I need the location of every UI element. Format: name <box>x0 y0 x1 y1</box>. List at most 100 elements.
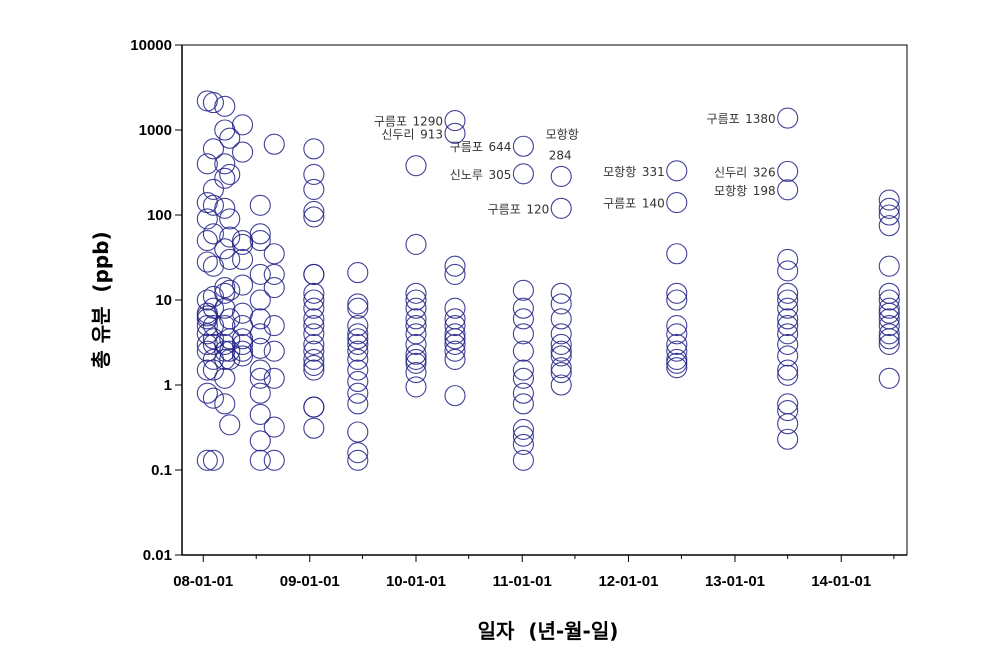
data-point <box>444 255 466 277</box>
annotations: 1290구름포913신두리644구름포305신노루모항항284120구름포331… <box>374 112 776 216</box>
y-tick-label: 1000 <box>139 122 172 139</box>
data-point <box>444 328 466 350</box>
data-point <box>303 396 325 418</box>
data-point <box>202 92 224 114</box>
data-point <box>263 340 285 362</box>
data-point <box>231 230 254 252</box>
data-point <box>777 160 799 182</box>
data-point <box>231 141 254 163</box>
data-point <box>666 160 688 182</box>
data-point <box>878 328 900 350</box>
data-point <box>405 323 427 345</box>
annotation-value: 326 <box>753 165 776 179</box>
data-point <box>263 416 285 438</box>
data-point <box>878 333 900 355</box>
data-point <box>512 279 534 301</box>
data-point <box>550 293 572 315</box>
x-tick-label: 09-01-01 <box>280 573 340 590</box>
data-point <box>666 243 688 265</box>
data-point <box>303 348 325 370</box>
data-point <box>249 382 271 404</box>
data-point <box>303 138 325 160</box>
data-point <box>347 293 369 315</box>
data-point <box>231 114 254 136</box>
data-point <box>263 243 285 265</box>
data-point <box>263 449 285 471</box>
x-axis-label: 일자 (년-월-일) <box>478 619 619 643</box>
data-point <box>666 352 688 374</box>
data-point <box>777 413 799 435</box>
data-point <box>512 297 534 319</box>
y-axis-label: 총 유분 (ppb) <box>89 231 113 368</box>
data-point <box>303 417 325 439</box>
annotation-value: 120 <box>526 202 549 216</box>
data-point <box>512 135 534 157</box>
data-point <box>347 359 369 381</box>
data-point <box>219 208 241 230</box>
data-point <box>249 337 271 359</box>
data-point <box>666 315 688 337</box>
data-point <box>202 328 224 350</box>
annotation-value: 644 <box>488 140 511 154</box>
annotation-value: 913 <box>420 127 443 141</box>
data-point <box>550 165 572 188</box>
data-point <box>214 238 236 260</box>
y-tick-label: 0.01 <box>143 547 172 564</box>
data-point <box>444 385 466 407</box>
data-point <box>444 348 466 370</box>
data-point <box>666 192 688 214</box>
annotation-value: 284 <box>549 148 572 162</box>
data-point <box>303 200 325 223</box>
annotation-site: 모항항 <box>714 184 747 198</box>
data-point <box>878 302 900 324</box>
data-point <box>347 328 369 350</box>
data-point <box>878 189 900 211</box>
data-point <box>777 428 799 450</box>
scatter-chart: 0.01 0.1 1 10 100 1000 10000 08-01-01 09-01-01 1… <box>89 37 908 643</box>
data-point <box>777 179 799 201</box>
data-point <box>303 206 325 228</box>
data-point <box>196 90 218 112</box>
annotation-value: 140 <box>642 197 665 211</box>
data-point <box>347 262 369 284</box>
data-point <box>249 289 271 311</box>
data-point <box>347 382 369 404</box>
data-point <box>214 95 236 117</box>
data-point <box>219 328 241 350</box>
y-tick-label: 0.1 <box>151 462 172 479</box>
data-point <box>777 248 799 270</box>
annotation-value: 1380 <box>745 112 776 126</box>
data-point <box>219 279 241 301</box>
data-point <box>214 197 236 219</box>
data-point <box>231 315 254 337</box>
data-point <box>196 382 218 404</box>
data-point <box>550 282 572 304</box>
data-point <box>512 382 534 404</box>
plot-frame <box>181 44 908 556</box>
x-tick-label: 10-01-01 <box>386 573 446 590</box>
y-tick-label: 1 <box>164 377 172 394</box>
data-point <box>512 308 534 330</box>
data-point <box>347 370 369 393</box>
data-point <box>666 348 688 370</box>
y-tick-label: 10 <box>155 292 172 309</box>
y-tick-label: 10000 <box>130 37 172 54</box>
data-point <box>231 248 254 270</box>
data-point <box>347 348 369 370</box>
data-point <box>219 308 241 330</box>
data-point <box>202 255 224 277</box>
data-point <box>202 178 224 200</box>
data-point <box>303 359 325 381</box>
data-point <box>405 155 427 177</box>
data-point <box>405 376 427 398</box>
data-point <box>249 403 271 426</box>
data-point <box>777 333 799 355</box>
annotation-value: 305 <box>488 168 511 182</box>
data-point <box>202 449 224 471</box>
data-point <box>878 367 900 389</box>
data-point <box>777 107 799 129</box>
data-point <box>196 449 218 471</box>
data-point <box>777 323 799 345</box>
data-point <box>231 302 254 324</box>
x-axis: 08-01-01 09-01-01 10-01-01 11-01-01 12-01-01… <box>173 555 895 590</box>
